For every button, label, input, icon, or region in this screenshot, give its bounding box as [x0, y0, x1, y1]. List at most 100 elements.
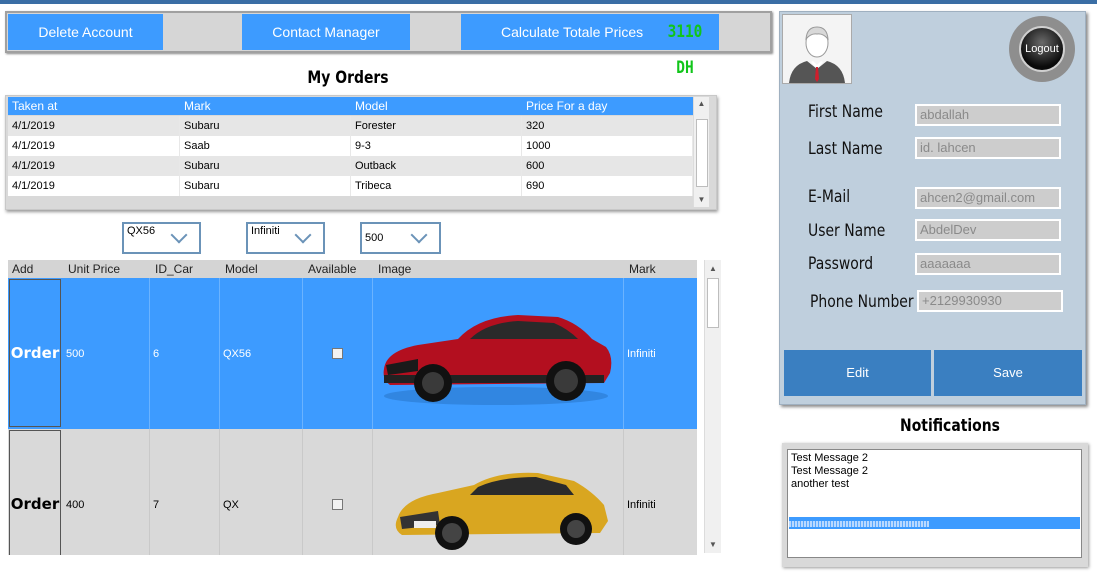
notifications-list[interactable]: Test Message 2 Test Message 2 another te… — [787, 449, 1082, 558]
car-mark: Infiniti — [627, 347, 656, 360]
car-row[interactable]: Order 500 6 QX56 Infiniti — [8, 278, 697, 429]
car-id: 7 — [150, 429, 220, 555]
username-field[interactable]: AbdelDev — [915, 219, 1061, 241]
orders-scrollbar[interactable]: ▲ ▼ — [693, 97, 709, 207]
notification-item: Test Message 2 — [791, 465, 869, 477]
order-model: 9-3 — [351, 136, 522, 156]
username-label: User Name — [808, 221, 886, 241]
password-label: Password — [808, 254, 874, 274]
cars-col-mark: Mark — [629, 262, 656, 276]
total-price-value: 3110 DH — [667, 22, 703, 78]
notifications-panel: Test Message 2 Test Message 2 another te… — [782, 443, 1088, 567]
logout-button[interactable]: Logout — [1009, 16, 1075, 82]
order-taken-at: 4/1/2019 — [8, 136, 180, 156]
order-row[interactable]: 4/1/2019 Saab 9-3 1000 — [8, 136, 693, 156]
cars-grid: Add Unit Price ID_Car Model Available Im… — [5, 259, 722, 555]
chevron-down-icon — [294, 226, 312, 244]
car-available-cell — [303, 429, 373, 555]
car-image-cell — [373, 429, 624, 555]
cars-scrollbar[interactable]: ▲ ▼ — [704, 260, 721, 553]
order-mark: Subaru — [180, 116, 351, 136]
chevron-down-icon — [170, 226, 188, 244]
car-model: QX — [220, 429, 303, 555]
car-model: QX56 — [220, 278, 303, 429]
order-price: 600 — [522, 156, 693, 176]
cars-col-image: Image — [378, 262, 412, 276]
logout-label: Logout — [1019, 26, 1065, 72]
order-price: 690 — [522, 176, 693, 196]
order-button[interactable]: Order — [9, 430, 61, 555]
delete-account-button[interactable]: Delete Account — [8, 14, 163, 50]
contact-manager-button[interactable]: Contact Manager — [242, 14, 410, 50]
order-taken-at: 4/1/2019 — [8, 116, 180, 136]
mark-filter-value: Infiniti — [251, 225, 280, 237]
chevron-down-icon — [410, 226, 428, 244]
last-name-label: Last Name — [808, 139, 883, 159]
email-field[interactable]: ahcen2@gmail.com — [915, 187, 1061, 209]
available-checkbox[interactable] — [332, 348, 343, 359]
scroll-up-icon[interactable]: ▲ — [705, 264, 721, 273]
save-button[interactable]: Save — [934, 350, 1082, 396]
user-avatar-icon — [783, 15, 851, 83]
price-filter-value: 500 — [365, 232, 384, 244]
order-row[interactable]: 4/1/2019 Subaru Outback 600 — [8, 156, 693, 176]
mark-filter-select[interactable]: Infiniti — [246, 222, 325, 254]
window-top-border — [0, 0, 1097, 4]
model-filter-select[interactable]: QX56 — [122, 222, 201, 254]
edit-button[interactable]: Edit — [784, 350, 931, 396]
cars-col-add: Add — [12, 262, 34, 276]
orders-scroll-thumb[interactable] — [696, 119, 708, 187]
notification-item: another test — [791, 478, 850, 490]
order-taken-at: 4/1/2019 — [8, 156, 180, 176]
cars-scroll-thumb[interactable] — [707, 278, 719, 328]
orders-col-taken-at: Taken at — [12, 99, 58, 113]
cars-col-unit-price: Unit Price — [68, 262, 121, 276]
model-filter-value: QX56 — [127, 225, 156, 237]
order-taken-at: 4/1/2019 — [8, 176, 180, 196]
profile-panel: Logout First Name abdallah Last Name id.… — [779, 11, 1086, 405]
order-row[interactable]: 4/1/2019 Subaru Tribeca 690 — [8, 176, 693, 196]
orders-col-mark: Mark — [184, 99, 211, 113]
password-field[interactable]: aaaaaaa — [915, 253, 1061, 275]
order-mark: Subaru — [180, 156, 351, 176]
order-button[interactable]: Order — [9, 279, 61, 427]
phone-label: Phone Number — [810, 292, 914, 312]
order-model: Outback — [351, 156, 522, 176]
orders-grid: Taken at Mark Model Price For a day 4/1/… — [5, 95, 717, 210]
cars-col-model: Model — [225, 262, 258, 276]
order-price: 1000 — [522, 136, 693, 156]
scroll-down-icon[interactable]: ▼ — [705, 540, 721, 549]
car-available-cell — [303, 278, 373, 429]
calculate-total-button[interactable]: Calculate Totale Prices — [461, 14, 651, 50]
car-mark: Infiniti — [627, 498, 656, 511]
car-unit-price: 500 — [63, 278, 150, 429]
order-mark: Saab — [180, 136, 351, 156]
first-name-field[interactable]: abdallah — [915, 104, 1061, 126]
order-mark: Subaru — [180, 176, 351, 196]
cars-header: Add Unit Price ID_Car Model Available Im… — [8, 260, 697, 278]
order-model: Forester — [351, 116, 522, 136]
top-toolbar: Delete Account Contact Manager Calculate… — [5, 11, 772, 78]
main-window: Delete Account Contact Manager Calculate… — [0, 0, 1097, 573]
phone-field[interactable]: +2129930930 — [917, 290, 1063, 312]
car-image-cell — [373, 278, 624, 429]
notification-progress-bar — [789, 517, 1080, 529]
email-label: E-Mail — [808, 187, 851, 207]
scroll-down-icon[interactable]: ▼ — [694, 195, 709, 204]
car-id: 6 — [150, 278, 220, 429]
yellow-sedan-car-image — [395, 472, 608, 550]
cars-col-id-car: ID_Car — [155, 262, 194, 276]
cars-col-available: Available — [308, 262, 357, 276]
order-model: Tribeca — [351, 176, 522, 196]
first-name-label: First Name — [808, 102, 883, 122]
available-checkbox[interactable] — [332, 499, 343, 510]
car-row[interactable]: Order 400 7 QX Infiniti — [8, 429, 697, 555]
order-row[interactable]: 4/1/2019 Subaru Forester 320 — [8, 116, 693, 136]
avatar — [782, 14, 852, 84]
scroll-up-icon[interactable]: ▲ — [694, 99, 709, 108]
notification-item: Test Message 2 — [791, 452, 869, 464]
orders-header: Taken at Mark Model Price For a day — [8, 97, 693, 115]
price-filter-select[interactable]: 500 — [360, 222, 441, 254]
my-orders-title: My Orders — [307, 68, 389, 88]
last-name-field[interactable]: id. lahcen — [915, 137, 1061, 159]
